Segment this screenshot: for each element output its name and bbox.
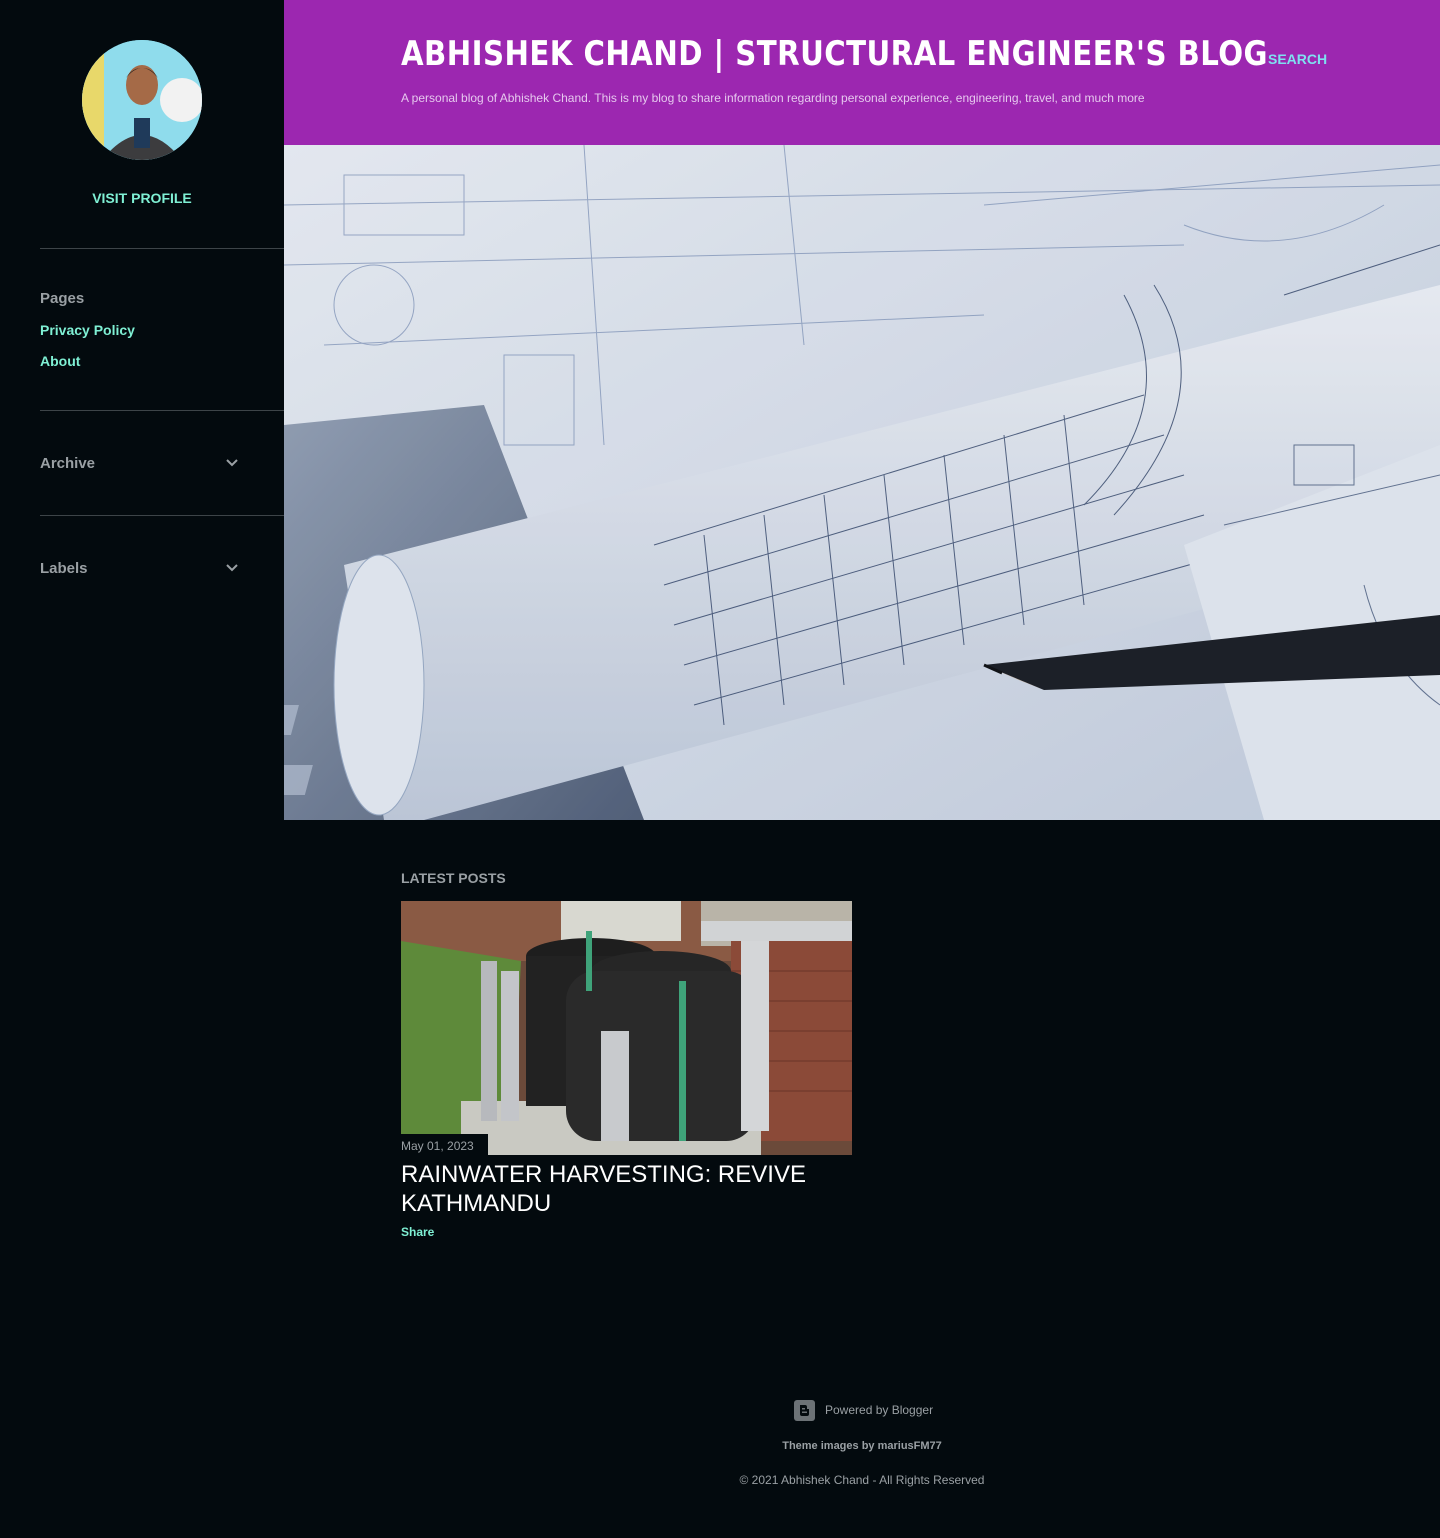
labels-title[interactable]: Labels xyxy=(40,560,88,577)
post-thumbnail[interactable] xyxy=(401,901,852,1155)
copyright: © 2021 Abhishek Chand - All Rights Reser… xyxy=(739,1473,985,1487)
search-button[interactable]: Search xyxy=(1268,51,1327,67)
latest-posts-title: Latest posts xyxy=(401,870,506,886)
post-date: May 01, 2023 xyxy=(401,1134,488,1155)
blog-header: ABHISHEK CHAND | STRUCTURAL ENGINEER'S B… xyxy=(284,0,1440,145)
sidebar: Visit profile Pages Privacy Policy About… xyxy=(0,0,284,1538)
visit-profile-button[interactable]: Visit profile xyxy=(0,190,284,206)
divider xyxy=(40,515,284,516)
blogger-icon xyxy=(794,1399,815,1421)
hero-image xyxy=(284,145,1440,820)
avatar[interactable] xyxy=(82,40,202,160)
powered-by-blogger[interactable]: Powered by Blogger xyxy=(794,1399,933,1421)
theme-credit[interactable]: Theme images by mariusFM77 xyxy=(0,1440,1440,1452)
page-link-about[interactable]: About xyxy=(40,353,80,369)
blog-title[interactable]: ABHISHEK CHAND | STRUCTURAL ENGINEER'S B… xyxy=(401,34,1268,74)
pages-title: Pages xyxy=(40,290,85,307)
post-title[interactable]: Rainwater harvesting: Revive Kathmandu xyxy=(401,1160,861,1218)
powered-by-label: Powered by Blogger xyxy=(825,1403,934,1417)
divider xyxy=(40,410,284,411)
share-button[interactable]: Share xyxy=(401,1225,434,1239)
divider xyxy=(40,248,284,249)
blog-description: A personal blog of Abhishek Chand. This … xyxy=(401,91,1145,105)
archive-title[interactable]: Archive xyxy=(40,455,95,472)
page-link-privacy-policy[interactable]: Privacy Policy xyxy=(40,322,135,338)
chevron-down-icon[interactable] xyxy=(224,455,240,471)
chevron-down-icon[interactable] xyxy=(224,560,240,576)
